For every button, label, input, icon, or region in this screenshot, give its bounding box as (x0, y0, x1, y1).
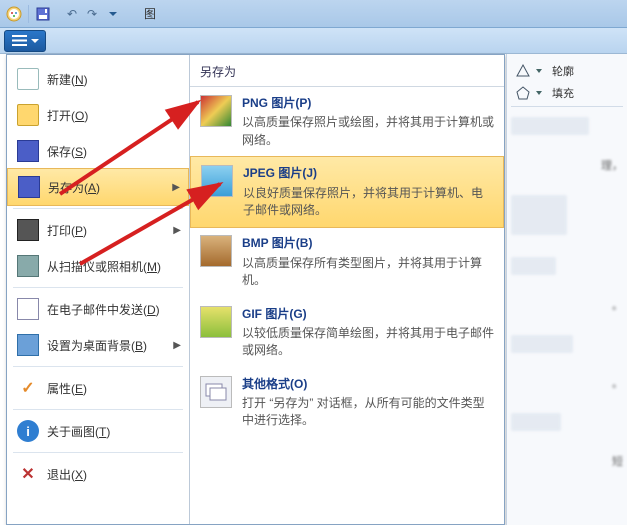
menu-item-desktop-bg[interactable]: 设置为桌面背景(B) ▶ (7, 327, 189, 363)
menu-item-label: 新建(N) (47, 71, 88, 88)
submenu-arrow-icon: ▶ (173, 225, 181, 236)
submenu-arrow-icon: ▶ (173, 340, 181, 351)
menu-item-open[interactable]: 打开(O) (7, 97, 189, 133)
menu-item-save[interactable]: 保存(S) (7, 133, 189, 169)
exit-icon: ✕ (17, 463, 39, 485)
outline-label: 轮廓 (552, 63, 574, 79)
menu-item-new[interactable]: 新建(N) (7, 61, 189, 97)
app-icon (6, 6, 22, 22)
saveas-other[interactable]: 其他格式(O) 打开 “另存为” 对话框，从所有可能的文件类型中进行选择。 (190, 368, 504, 438)
bmp-icon (200, 235, 232, 267)
undo-icon[interactable]: ↶ (64, 6, 80, 22)
submenu-item-title: PNG 图片(P) (242, 95, 494, 112)
submenu-item-title: JPEG 图片(J) (243, 165, 493, 182)
jpeg-icon (201, 165, 233, 197)
save-icon (17, 140, 39, 162)
png-icon (200, 95, 232, 127)
menu-item-label: 退出(X) (47, 466, 87, 483)
menu-item-exit[interactable]: ✕ 退出(X) (7, 456, 189, 492)
menu-item-about[interactable]: i 关于画图(T) (7, 413, 189, 449)
menu-item-label: 在电子邮件中发送(D) (47, 301, 160, 318)
window-title: 图 (144, 5, 156, 22)
menu-item-label: 从扫描仪或照相机(M) (47, 258, 161, 275)
qat-save-icon[interactable] (35, 6, 51, 22)
other-format-icon (200, 376, 232, 408)
properties-icon: ✓ (17, 377, 39, 399)
submenu-item-desc: 以高质量保存所有类型图片，并将其用于计算机。 (242, 255, 494, 290)
submenu-item-desc: 以高质量保存照片或绘图，并将其用于计算机或网络。 (242, 114, 494, 149)
submenu-item-title: GIF 图片(G) (242, 306, 494, 323)
saveas-gif[interactable]: GIF 图片(G) 以较低质量保存简单绘图，并将其用于电子邮件或网络。 (190, 298, 504, 368)
file-menu-left-column: 新建(N) 打开(O) 保存(S) 另存为(A) ▶ 打印(P) ▶ (7, 55, 190, 524)
pentagon-icon (515, 85, 531, 101)
menu-item-label: 另存为(A) (48, 179, 100, 196)
file-menu-button[interactable] (4, 30, 46, 52)
ribbon-sidepanel: 轮廓 填充 理， 。 。 短 (506, 54, 627, 525)
gif-icon (200, 306, 232, 338)
menu-item-properties[interactable]: ✓ 属性(E) (7, 370, 189, 406)
ribbon-menubar (0, 28, 627, 54)
submenu-arrow-icon: ▶ (172, 182, 180, 193)
menu-item-email[interactable]: 在电子邮件中发送(D) (7, 291, 189, 327)
submenu-item-desc: 打开 “另存为” 对话框，从所有可能的文件类型中进行选择。 (242, 395, 494, 430)
window-titlebar: ↶ ↷ 图 (0, 0, 627, 28)
menu-item-label: 关于画图(T) (47, 423, 110, 440)
menu-item-saveas[interactable]: 另存为(A) ▶ (7, 168, 189, 206)
triangle-icon (515, 63, 531, 79)
menu-item-label: 保存(S) (47, 143, 87, 160)
desktop-icon (17, 334, 39, 356)
menu-item-print[interactable]: 打印(P) ▶ (7, 212, 189, 248)
shape-tool-a[interactable]: 轮廓 (511, 60, 623, 82)
saveas-jpeg[interactable]: JPEG 图片(J) 以良好质量保存照片，并将其用于计算机、电子邮件或网络。 (190, 156, 504, 228)
blurred-region: 理， 。 。 短 (511, 117, 623, 469)
scanner-icon (17, 255, 39, 277)
saveas-submenu: 另存为 PNG 图片(P) 以高质量保存照片或绘图，并将其用于计算机或网络。 J… (190, 55, 504, 524)
submenu-header: 另存为 (190, 59, 504, 87)
file-menu-panel: 新建(N) 打开(O) 保存(S) 另存为(A) ▶ 打印(P) ▶ (6, 54, 505, 525)
fill-label: 填充 (552, 85, 574, 101)
open-icon (17, 104, 39, 126)
saveas-png[interactable]: PNG 图片(P) 以高质量保存照片或绘图，并将其用于计算机或网络。 (190, 87, 504, 157)
hamburger-icon (12, 35, 27, 46)
submenu-item-title: 其他格式(O) (242, 376, 494, 393)
menu-item-label: 打印(P) (47, 222, 87, 239)
shape-tool-b[interactable]: 填充 (511, 82, 623, 104)
about-icon: i (17, 420, 39, 442)
menu-item-label: 属性(E) (47, 380, 87, 397)
email-icon (17, 298, 39, 320)
saveas-icon (18, 176, 40, 198)
print-icon (17, 219, 39, 241)
menu-item-label: 打开(O) (47, 107, 88, 124)
saveas-bmp[interactable]: BMP 图片(B) 以高质量保存所有类型图片，并将其用于计算机。 (190, 227, 504, 297)
new-icon (17, 68, 39, 90)
menu-item-scanner[interactable]: 从扫描仪或照相机(M) (7, 248, 189, 284)
redo-icon[interactable]: ↷ (84, 6, 100, 22)
submenu-item-title: BMP 图片(B) (242, 235, 494, 252)
qat-customize-dropdown[interactable] (104, 6, 120, 22)
menu-item-label: 设置为桌面背景(B) (47, 337, 147, 354)
submenu-item-desc: 以良好质量保存照片，并将其用于计算机、电子邮件或网络。 (243, 185, 493, 220)
submenu-item-desc: 以较低质量保存简单绘图，并将其用于电子邮件或网络。 (242, 325, 494, 360)
